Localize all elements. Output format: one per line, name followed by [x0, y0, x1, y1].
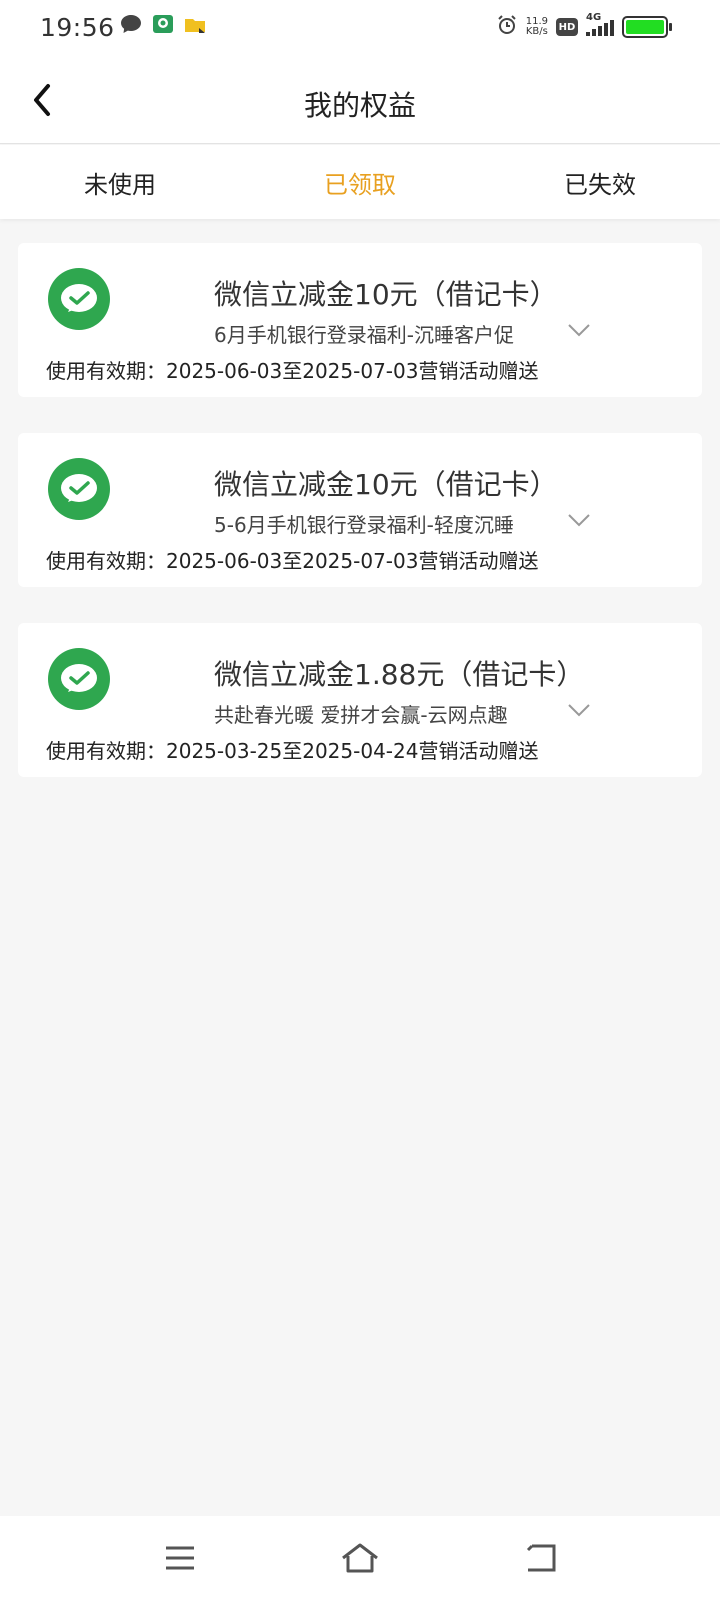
coupon-subtitle: 共赴春光暖 爱拼才会赢-云网点趣 [214, 703, 508, 727]
signal-icon: 4G [586, 12, 614, 36]
nav-back-button[interactable] [518, 1540, 562, 1576]
menu-icon [166, 1546, 194, 1570]
app-notification-icon [152, 14, 174, 38]
coupon-subtitle: 5-6月手机银行登录福利-轻度沉睡 [214, 513, 514, 537]
expand-button[interactable] [564, 699, 594, 721]
expand-button[interactable] [564, 319, 594, 341]
coupon-card[interactable]: 微信立减金10元（借记卡） 5-6月手机银行登录福利-轻度沉睡 使用有效期：20… [18, 433, 702, 587]
header: 我的权益 [0, 58, 720, 144]
chevron-down-icon [568, 704, 590, 717]
expand-button[interactable] [564, 509, 594, 531]
tab-received[interactable]: 已领取 [240, 145, 480, 219]
alarm-icon [496, 14, 518, 40]
coupon-subtitle: 6月手机银行登录福利-沉睡客户促 [214, 323, 514, 347]
folder-icon [184, 14, 206, 38]
status-bar: 19:56 11.9 KB/s HD 4G [0, 0, 720, 58]
wechat-pay-icon [48, 268, 110, 330]
net-speed: 11.9 KB/s [526, 17, 548, 37]
tab-unused[interactable]: 未使用 [0, 145, 240, 219]
wechat-pay-icon [48, 648, 110, 710]
coupon-title: 微信立减金10元（借记卡） [214, 278, 558, 311]
menu-button[interactable] [158, 1540, 202, 1576]
tab-expired[interactable]: 已失效 [480, 145, 720, 219]
net-speed-unit: KB/s [525, 26, 548, 37]
coupon-validity: 使用有效期：2025-06-03至2025-07-03营销活动赠送 [46, 549, 539, 573]
coupon-title: 微信立减金1.88元（借记卡） [214, 658, 585, 691]
coupon-card[interactable]: 微信立减金1.88元（借记卡） 共赴春光暖 爱拼才会赢-云网点趣 使用有效期：2… [18, 623, 702, 777]
system-nav-bar [0, 1516, 720, 1600]
coupon-validity: 使用有效期：2025-06-03至2025-07-03营销活动赠送 [46, 359, 539, 383]
message-icon [120, 14, 142, 38]
coupon-title: 微信立减金10元（借记卡） [214, 468, 558, 501]
back-icon [526, 1544, 556, 1572]
battery-icon [622, 16, 672, 38]
tab-bar: 未使用 已领取 已失效 [0, 145, 720, 219]
chevron-down-icon [568, 324, 590, 337]
status-time: 19:56 [40, 13, 115, 42]
chevron-down-icon [568, 514, 590, 527]
notification-icons [120, 14, 206, 38]
coupon-validity: 使用有效期：2025-03-25至2025-04-24营销活动赠送 [46, 739, 539, 763]
hd-badge: HD [556, 18, 578, 36]
page-title: 我的权益 [303, 89, 416, 122]
home-button[interactable] [338, 1540, 382, 1576]
status-right: 11.9 KB/s HD 4G [496, 12, 672, 40]
coupon-card[interactable]: 微信立减金10元（借记卡） 6月手机银行登录福利-沉睡客户促 使用有效期：202… [18, 243, 702, 397]
wechat-pay-icon [48, 458, 110, 520]
network-type: 4G [586, 12, 602, 23]
home-icon [342, 1543, 378, 1573]
